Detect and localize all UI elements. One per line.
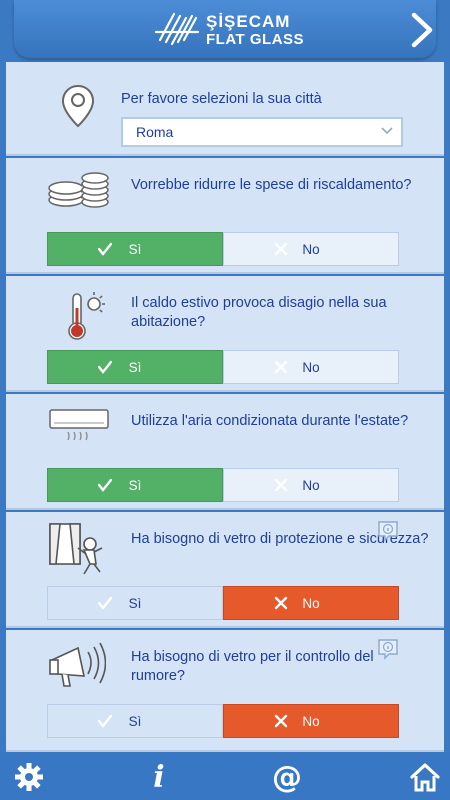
city-select[interactable]: Roma bbox=[121, 117, 403, 147]
yes-option[interactable]: Sì bbox=[47, 586, 223, 620]
contact-button[interactable]: @ bbox=[270, 759, 304, 795]
brand-name: ŞİŞECAM bbox=[206, 12, 291, 31]
info-icon: i bbox=[153, 759, 165, 795]
no-option[interactable]: No bbox=[223, 232, 399, 266]
yes-option[interactable]: Sì bbox=[47, 232, 223, 266]
settings-button[interactable] bbox=[12, 760, 46, 794]
header-tab: ŞİŞECAM FLAT GLASS bbox=[14, 0, 436, 58]
air-conditioner-icon bbox=[49, 409, 109, 441]
yes-no-toggle: Sì No bbox=[47, 468, 399, 502]
no-option[interactable]: No bbox=[223, 704, 399, 738]
cross-icon bbox=[274, 478, 288, 492]
cross-icon bbox=[274, 596, 288, 610]
cross-icon bbox=[274, 360, 288, 374]
question-card-summer-heat: Il caldo estivo provoca disagio nella su… bbox=[6, 276, 444, 392]
no-label: No bbox=[302, 713, 320, 729]
megaphone-icon bbox=[49, 642, 106, 687]
question-text: Utilizza l'aria condizionata durante l'e… bbox=[131, 413, 409, 429]
question-card-security: Ha bisogno di vetro di protezione e sicu… bbox=[6, 512, 444, 628]
city-select-value: Roma bbox=[136, 124, 174, 140]
yes-option[interactable]: Sì bbox=[47, 468, 223, 502]
check-icon bbox=[98, 478, 112, 492]
city-card: Per favore selezioni la sua città Roma bbox=[6, 62, 444, 156]
chevron-down-icon bbox=[381, 127, 393, 135]
no-label: No bbox=[302, 359, 320, 375]
bottom-nav-bar: i @ bbox=[0, 752, 450, 800]
yes-no-toggle: Sì No bbox=[47, 350, 399, 384]
info-bubble-icon[interactable] bbox=[377, 520, 399, 542]
yes-label: Sì bbox=[128, 713, 142, 729]
check-icon bbox=[98, 360, 112, 374]
question-card-heating: Vorrebbe ridurre le spese di riscaldamen… bbox=[6, 158, 444, 274]
question-card-air-conditioning: Utilizza l'aria condizionata durante l'e… bbox=[6, 394, 444, 510]
app: ŞİŞECAM FLAT GLASS Per favore selezioni … bbox=[0, 0, 450, 800]
brand-subtitle: FLAT GLASS bbox=[206, 31, 305, 48]
brand-logo: ŞİŞECAM FLAT GLASS bbox=[154, 8, 324, 52]
yes-label: Sì bbox=[128, 477, 142, 493]
check-icon bbox=[98, 242, 112, 256]
yes-label: Sì bbox=[128, 595, 142, 611]
cross-icon bbox=[274, 242, 288, 256]
thermometer-sun-icon bbox=[68, 292, 105, 340]
no-label: No bbox=[302, 477, 320, 493]
home-button[interactable] bbox=[408, 760, 442, 794]
home-icon bbox=[410, 763, 440, 792]
no-label: No bbox=[302, 595, 320, 611]
next-button[interactable] bbox=[406, 12, 436, 48]
yes-no-toggle: Sì No bbox=[47, 586, 399, 620]
at-icon: @ bbox=[272, 759, 302, 795]
header: ŞİŞECAM FLAT GLASS bbox=[0, 0, 450, 62]
yes-label: Sì bbox=[128, 359, 142, 375]
location-pin-icon bbox=[61, 84, 95, 128]
yes-label: Sì bbox=[128, 241, 142, 257]
city-question: Per favore selezioni la sua città bbox=[121, 91, 322, 107]
check-icon bbox=[98, 714, 112, 728]
questionnaire: Per favore selezioni la sua città Roma V… bbox=[6, 62, 444, 752]
logo-mark-icon bbox=[154, 12, 200, 46]
gear-icon bbox=[15, 763, 43, 791]
cross-icon bbox=[274, 714, 288, 728]
question-text: Il caldo estivo provoca disagio nella su… bbox=[131, 295, 387, 330]
coins-icon bbox=[48, 172, 109, 208]
no-option[interactable]: No bbox=[223, 468, 399, 502]
info-button[interactable]: i bbox=[142, 759, 176, 795]
no-option[interactable]: No bbox=[223, 586, 399, 620]
chevron-right-icon bbox=[411, 12, 433, 48]
check-icon bbox=[98, 596, 112, 610]
info-bubble-icon[interactable] bbox=[377, 638, 399, 660]
yes-no-toggle: Sì No bbox=[47, 704, 399, 738]
no-label: No bbox=[302, 241, 320, 257]
no-option[interactable]: No bbox=[223, 350, 399, 384]
yes-option[interactable]: Sì bbox=[47, 350, 223, 384]
question-card-noise: Ha bisogno di vetro per il controllo del… bbox=[6, 630, 444, 752]
yes-no-toggle: Sì No bbox=[47, 232, 399, 266]
question-text: Vorrebbe ridurre le spese di riscaldamen… bbox=[131, 177, 412, 193]
burglar-window-icon bbox=[49, 523, 103, 575]
yes-option[interactable]: Sì bbox=[47, 704, 223, 738]
